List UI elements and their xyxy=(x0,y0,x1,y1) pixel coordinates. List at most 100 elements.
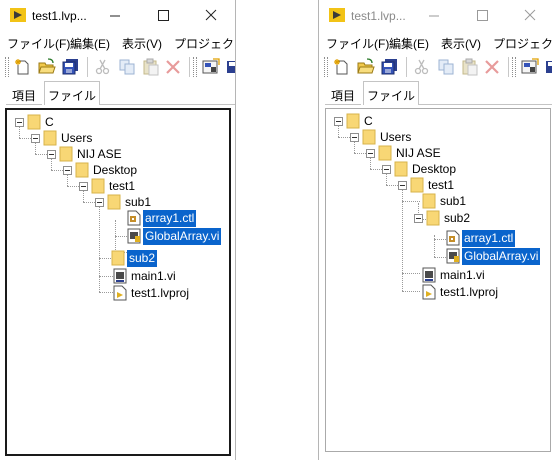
minimize-button[interactable] xyxy=(98,2,132,30)
tab-strip: 項目 ファイル xyxy=(0,81,235,105)
menu-project[interactable]: プロジェクト( xyxy=(493,35,552,52)
paste-icon[interactable] xyxy=(142,58,160,76)
collapse-toggle[interactable] xyxy=(382,165,391,174)
toolbar xyxy=(0,53,235,81)
tree-label: main1.vi xyxy=(440,268,485,282)
tree-line xyxy=(99,276,113,277)
delete-icon[interactable] xyxy=(164,58,182,76)
collapse-toggle[interactable] xyxy=(95,198,104,207)
tree-label-selected: GlobalArray.vi xyxy=(143,228,222,245)
tree-label: Users xyxy=(380,130,412,144)
save-icon[interactable] xyxy=(226,58,235,76)
folder-icon xyxy=(394,161,408,177)
collapse-toggle[interactable] xyxy=(47,150,56,159)
folder-icon xyxy=(410,177,424,193)
collapse-toggle[interactable] xyxy=(334,117,343,126)
collapse-toggle[interactable] xyxy=(366,149,375,158)
menu-file[interactable]: ファイル(F) xyxy=(7,35,70,52)
tab-strip: 項目 ファイル xyxy=(319,81,552,105)
open-folder-icon[interactable] xyxy=(38,58,56,76)
tree-label: main1.vi xyxy=(131,269,176,283)
collapse-toggle[interactable] xyxy=(31,134,40,143)
collapse-toggle[interactable] xyxy=(79,182,88,191)
file-tree[interactable]: C Users NIJ ASE Desktop test1 sub1 xyxy=(5,108,231,456)
save-icon[interactable] xyxy=(545,58,552,76)
menu-file[interactable]: ファイル(F) xyxy=(326,35,389,52)
folder-icon xyxy=(59,146,73,162)
tree-label: C xyxy=(45,115,54,129)
paste-icon[interactable] xyxy=(461,58,479,76)
cut-icon[interactable] xyxy=(94,58,112,76)
folder-icon xyxy=(362,129,376,145)
tree-label: C xyxy=(364,114,373,128)
menu-bar: ファイル(F) 編集(E) 表示(V) プロジェクト( xyxy=(319,31,552,53)
tree-label: NIJ ASE xyxy=(77,147,122,161)
tree-label: Desktop xyxy=(412,162,457,176)
toolbar-separator xyxy=(406,57,407,77)
open-folder-icon[interactable] xyxy=(357,58,375,76)
collapse-toggle[interactable] xyxy=(350,133,359,142)
menu-edit[interactable]: 編集(E) xyxy=(70,35,110,52)
tree-line xyxy=(402,201,420,202)
toolbar-grip[interactable] xyxy=(5,57,9,77)
save-all-icon[interactable] xyxy=(62,58,80,76)
tree-line xyxy=(402,273,420,274)
tree-line xyxy=(99,204,100,292)
new-file-icon[interactable] xyxy=(333,58,351,76)
collapse-toggle[interactable] xyxy=(398,181,407,190)
tree-label: sub1 xyxy=(440,194,467,208)
copy-icon[interactable] xyxy=(437,58,455,76)
title-bar[interactable]: test1.lvp... xyxy=(0,0,235,31)
collapse-toggle[interactable] xyxy=(414,214,423,223)
build-icon[interactable] xyxy=(202,58,220,76)
labview-project-icon xyxy=(10,8,26,22)
tree-line xyxy=(434,257,446,258)
menu-project[interactable]: プロジェクト( xyxy=(174,35,235,52)
maximize-button[interactable] xyxy=(146,2,180,30)
labview-project-icon xyxy=(329,8,345,22)
title-bar[interactable]: test1.lvp... xyxy=(319,0,552,31)
folder-icon xyxy=(111,250,125,266)
window-title: test1.lvp... xyxy=(351,9,406,23)
tree-label-selected: array1.ctl xyxy=(462,230,516,247)
copy-icon[interactable] xyxy=(118,58,136,76)
tree-label: sub1 xyxy=(125,195,152,209)
tab-files[interactable]: ファイル xyxy=(44,81,100,105)
project-window-left: test1.lvp... ファイル(F) 編集(E) 表示(V) プロジェクト( xyxy=(0,0,236,460)
delete-icon[interactable] xyxy=(483,58,501,76)
tab-items[interactable]: 項目 xyxy=(6,84,42,105)
collapse-toggle[interactable] xyxy=(15,118,24,127)
save-all-icon[interactable] xyxy=(381,58,399,76)
toolbar-grip[interactable] xyxy=(193,57,197,77)
folder-icon xyxy=(422,193,436,209)
vi-file-icon xyxy=(127,228,141,244)
close-button[interactable] xyxy=(513,2,547,30)
project-window-right: test1.lvp... ファイル(F) 編集(E) 表示(V) プロジェクト( xyxy=(318,0,552,460)
cut-icon[interactable] xyxy=(413,58,431,76)
new-file-icon[interactable] xyxy=(14,58,32,76)
tree-label: test1.lvproj xyxy=(131,286,190,300)
minimize-button[interactable] xyxy=(417,2,451,30)
control-file-icon xyxy=(446,230,460,246)
file-tree[interactable]: C Users NIJ ASE Desktop test1 sub1 xyxy=(325,108,551,452)
tree-label: NIJ ASE xyxy=(396,146,441,160)
menu-edit[interactable]: 編集(E) xyxy=(389,35,429,52)
build-icon[interactable] xyxy=(521,58,539,76)
tab-files[interactable]: ファイル xyxy=(363,81,419,105)
toolbar-grip[interactable] xyxy=(512,57,516,77)
menu-view[interactable]: 表示(V) xyxy=(122,35,162,52)
folder-icon xyxy=(107,194,121,210)
toolbar-grip[interactable] xyxy=(324,57,328,77)
maximize-button[interactable] xyxy=(465,2,499,30)
menu-view[interactable]: 表示(V) xyxy=(441,35,481,52)
tree-line xyxy=(115,236,127,237)
vi-file-icon xyxy=(446,248,460,264)
tree-line xyxy=(434,239,446,240)
tree-label: test1 xyxy=(109,179,136,193)
close-button[interactable] xyxy=(194,2,228,30)
toolbar-separator xyxy=(87,57,88,77)
tree-label-selected: GlobalArray.vi xyxy=(462,248,541,265)
collapse-toggle[interactable] xyxy=(63,166,72,175)
tab-items[interactable]: 項目 xyxy=(325,84,361,105)
tree-line xyxy=(402,187,403,291)
